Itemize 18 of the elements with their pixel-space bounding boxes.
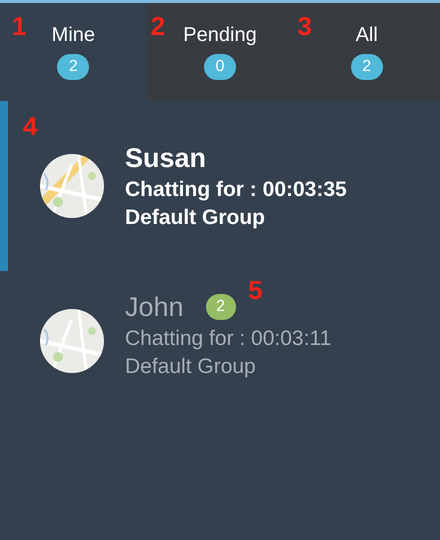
count-badge: 2	[350, 54, 383, 80]
annotation-number: 2	[150, 11, 166, 42]
chat-duration: Chatting for : 00:03:11	[125, 326, 332, 350]
group-name: Default Group	[125, 206, 266, 230]
group-name: Default Group	[125, 354, 257, 378]
contact-name: John	[125, 292, 184, 322]
annotation-number: 5	[248, 275, 262, 306]
unread-badge: 2	[206, 294, 236, 320]
count-badge: 2	[57, 54, 90, 80]
chat-duration: Chatting for : 00:03:35	[125, 178, 347, 202]
annotation-number: 4	[23, 111, 38, 142]
chat-item[interactable]: 5 John 2 Chatting for : 00:03:11 Default Group	[0, 271, 440, 411]
annotation-number: 1	[12, 11, 26, 42]
contact-name: Susan	[125, 142, 206, 174]
annotation-number: 3	[297, 11, 312, 42]
chat-item[interactable]: 4 Susan Chatting for : 00:03:35 Default Group	[0, 101, 440, 271]
count-badge: 0	[204, 54, 236, 80]
tab[interactable]: 1 Mine 2	[0, 3, 147, 101]
